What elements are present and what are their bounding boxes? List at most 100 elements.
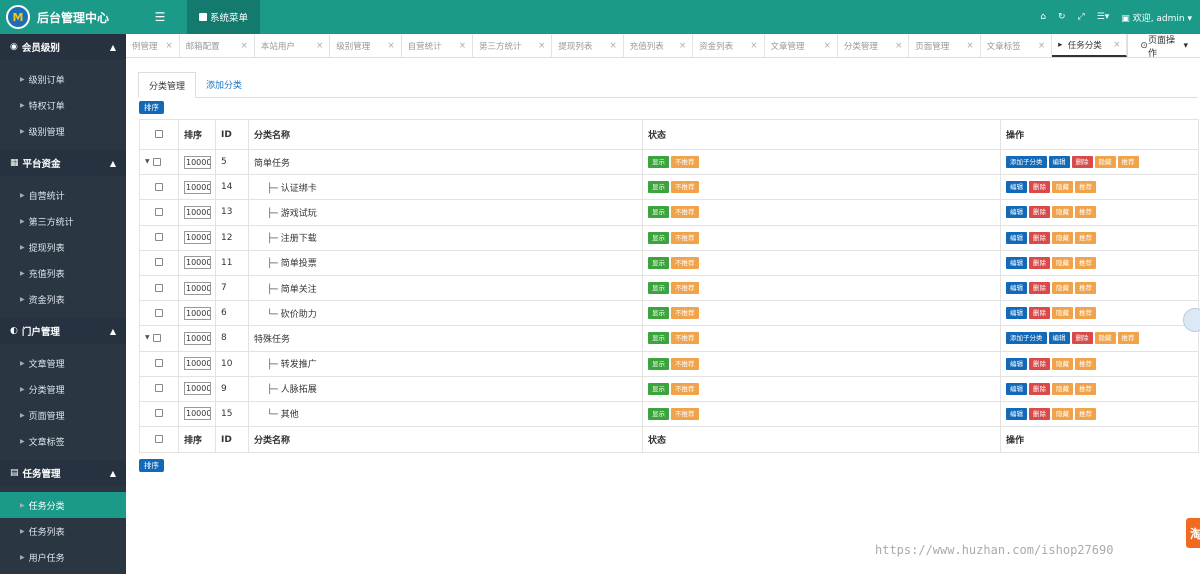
status-not-recommended-badge[interactable]: 不推荐 bbox=[671, 156, 699, 169]
row-checkbox[interactable] bbox=[155, 207, 163, 216]
add-child-button[interactable]: 添加子分类 bbox=[1006, 332, 1047, 345]
status-show-badge[interactable]: 显示 bbox=[648, 357, 669, 370]
edit-button[interactable]: 编辑 bbox=[1048, 332, 1070, 345]
select-all-checkbox[interactable] bbox=[155, 130, 163, 138]
tab-close-icon[interactable]: × bbox=[316, 41, 323, 51]
status-not-recommended-badge[interactable]: 不推荐 bbox=[671, 206, 699, 219]
recommend-button[interactable]: 推荐 bbox=[1075, 256, 1096, 269]
sidebar-item[interactable]: ▶ 充值列表 bbox=[0, 260, 126, 286]
sort-input[interactable]: 10000 bbox=[184, 180, 211, 194]
status-not-recommended-badge[interactable]: 不推荐 bbox=[671, 181, 699, 194]
status-not-recommended-badge[interactable]: 不推荐 bbox=[671, 382, 699, 395]
edit-button[interactable]: 编辑 bbox=[1006, 407, 1027, 420]
tab-close-icon[interactable]: × bbox=[750, 41, 757, 51]
hide-button[interactable]: 隐藏 bbox=[1094, 332, 1116, 345]
sort-input[interactable]: 10000 bbox=[184, 331, 211, 345]
status-show-badge[interactable]: 显示 bbox=[648, 332, 669, 345]
recommend-button[interactable]: 推荐 bbox=[1117, 332, 1139, 345]
tab-close-icon[interactable]: × bbox=[1113, 40, 1120, 50]
page-tab[interactable]: 文章管理 × bbox=[764, 34, 838, 57]
list-dropdown-icon[interactable]: ☰▾ bbox=[1097, 12, 1110, 22]
row-checkbox[interactable] bbox=[152, 333, 161, 342]
row-checkbox[interactable] bbox=[155, 182, 163, 191]
page-tab[interactable]: 页面管理 × bbox=[909, 34, 981, 57]
sort-input[interactable]: 10000 bbox=[184, 205, 211, 219]
status-show-badge[interactable]: 显示 bbox=[648, 231, 669, 244]
tab-close-icon[interactable]: × bbox=[895, 41, 902, 51]
recommend-button[interactable]: 推荐 bbox=[1075, 282, 1096, 295]
hide-button[interactable]: 隐藏 bbox=[1052, 382, 1073, 395]
tab-close-icon[interactable]: × bbox=[538, 41, 545, 51]
status-not-recommended-badge[interactable]: 不推荐 bbox=[671, 407, 699, 420]
recommend-button[interactable]: 推荐 bbox=[1117, 156, 1139, 169]
hide-button[interactable]: 隐藏 bbox=[1052, 231, 1073, 244]
hide-button[interactable]: 隐藏 bbox=[1052, 256, 1073, 269]
page-tab[interactable]: 充值列表 × bbox=[623, 34, 694, 57]
delete-button[interactable]: 删除 bbox=[1029, 407, 1050, 420]
refresh-icon[interactable]: ↻ bbox=[1058, 12, 1066, 22]
tab-close-icon[interactable]: × bbox=[388, 41, 395, 51]
sort-input[interactable]: 10000 bbox=[184, 281, 211, 295]
sort-input[interactable]: 10000 bbox=[184, 382, 211, 396]
row-checkbox[interactable] bbox=[155, 308, 163, 317]
edit-button[interactable]: 编辑 bbox=[1006, 357, 1027, 370]
status-show-badge[interactable]: 显示 bbox=[648, 256, 669, 269]
hide-button[interactable]: 隐藏 bbox=[1052, 357, 1073, 370]
sidebar-item[interactable]: ▶ 文章标签 bbox=[0, 428, 126, 454]
page-tab[interactable]: 本站用户 × bbox=[254, 34, 331, 57]
sidebar-group[interactable]: ▤ 任务管理 ▲ bbox=[0, 460, 126, 486]
menu-toggle-icon[interactable]: ☰ bbox=[140, 0, 180, 34]
status-show-badge[interactable]: 显示 bbox=[648, 206, 669, 219]
row-checkbox[interactable] bbox=[155, 359, 163, 368]
edit-button[interactable]: 编辑 bbox=[1006, 256, 1027, 269]
status-not-recommended-badge[interactable]: 不推荐 bbox=[671, 256, 699, 269]
delete-button[interactable]: 删除 bbox=[1029, 382, 1050, 395]
page-tab[interactable]: 资金列表 × bbox=[693, 34, 765, 57]
row-checkbox[interactable] bbox=[152, 157, 161, 166]
status-show-badge[interactable]: 显示 bbox=[648, 382, 669, 395]
page-tab[interactable]: 文章标签 × bbox=[980, 34, 1053, 57]
tab-close-icon[interactable]: × bbox=[967, 41, 974, 51]
edit-button[interactable]: 编辑 bbox=[1006, 231, 1027, 244]
sort-input[interactable]: 10000 bbox=[184, 357, 211, 371]
hide-button[interactable]: 隐藏 bbox=[1052, 206, 1073, 219]
sidebar-item[interactable]: ▶ 第三方统计 bbox=[0, 208, 126, 234]
status-show-badge[interactable]: 显示 bbox=[648, 156, 669, 169]
delete-button[interactable]: 删除 bbox=[1029, 307, 1050, 320]
edit-button[interactable]: 编辑 bbox=[1006, 282, 1027, 295]
sidebar-item[interactable]: ▶ 特权订单 bbox=[0, 92, 126, 118]
page-tab[interactable]: 第三方统计 × bbox=[473, 34, 553, 57]
hide-button[interactable]: 隐藏 bbox=[1052, 181, 1073, 194]
delete-button[interactable]: 删除 bbox=[1071, 156, 1093, 169]
sort-input[interactable]: 10000 bbox=[184, 407, 211, 421]
status-show-badge[interactable]: 显示 bbox=[648, 282, 669, 295]
status-not-recommended-badge[interactable]: 不推荐 bbox=[671, 332, 699, 345]
hide-button[interactable]: 隐藏 bbox=[1052, 407, 1073, 420]
sidebar-item[interactable]: ▶ 资金列表 bbox=[0, 286, 126, 312]
row-checkbox[interactable] bbox=[155, 409, 163, 418]
hide-button[interactable]: 隐藏 bbox=[1052, 282, 1073, 295]
recommend-button[interactable]: 推荐 bbox=[1075, 181, 1096, 194]
add-child-button[interactable]: 添加子分类 bbox=[1006, 156, 1047, 169]
delete-button[interactable]: 删除 bbox=[1029, 256, 1050, 269]
sort-input[interactable]: 10000 bbox=[184, 306, 211, 320]
sidebar-group[interactable]: ◐ 门户管理 ▲ bbox=[0, 318, 126, 344]
fullscreen-icon[interactable]: ⤢ bbox=[1078, 12, 1085, 22]
sort-input[interactable]: 10000 bbox=[184, 231, 211, 245]
sidebar-item[interactable]: ▶ 任务分类 bbox=[0, 492, 126, 518]
tab-close-icon[interactable]: × bbox=[165, 41, 172, 51]
row-checkbox[interactable] bbox=[155, 258, 163, 267]
sort-button-top[interactable]: 排序 bbox=[139, 101, 164, 114]
delete-button[interactable]: 删除 bbox=[1029, 181, 1050, 194]
sidebar-item[interactable]: ▶ 自营统计 bbox=[0, 182, 126, 208]
sidebar-item[interactable]: ▶ 提现列表 bbox=[0, 234, 126, 260]
page-tab[interactable]: ▸ 任务分类 × bbox=[1052, 34, 1128, 57]
page-tab[interactable]: 自营统计 × bbox=[401, 34, 474, 57]
delete-button[interactable]: 删除 bbox=[1071, 332, 1093, 345]
sidebar-item[interactable]: ▶ 级别订单 bbox=[0, 66, 126, 92]
recommend-button[interactable]: 推荐 bbox=[1075, 382, 1096, 395]
delete-button[interactable]: 删除 bbox=[1029, 282, 1050, 295]
row-checkbox[interactable] bbox=[155, 384, 163, 393]
tab-close-icon[interactable]: × bbox=[679, 41, 686, 51]
home-icon[interactable]: ⌂ bbox=[1040, 12, 1046, 22]
